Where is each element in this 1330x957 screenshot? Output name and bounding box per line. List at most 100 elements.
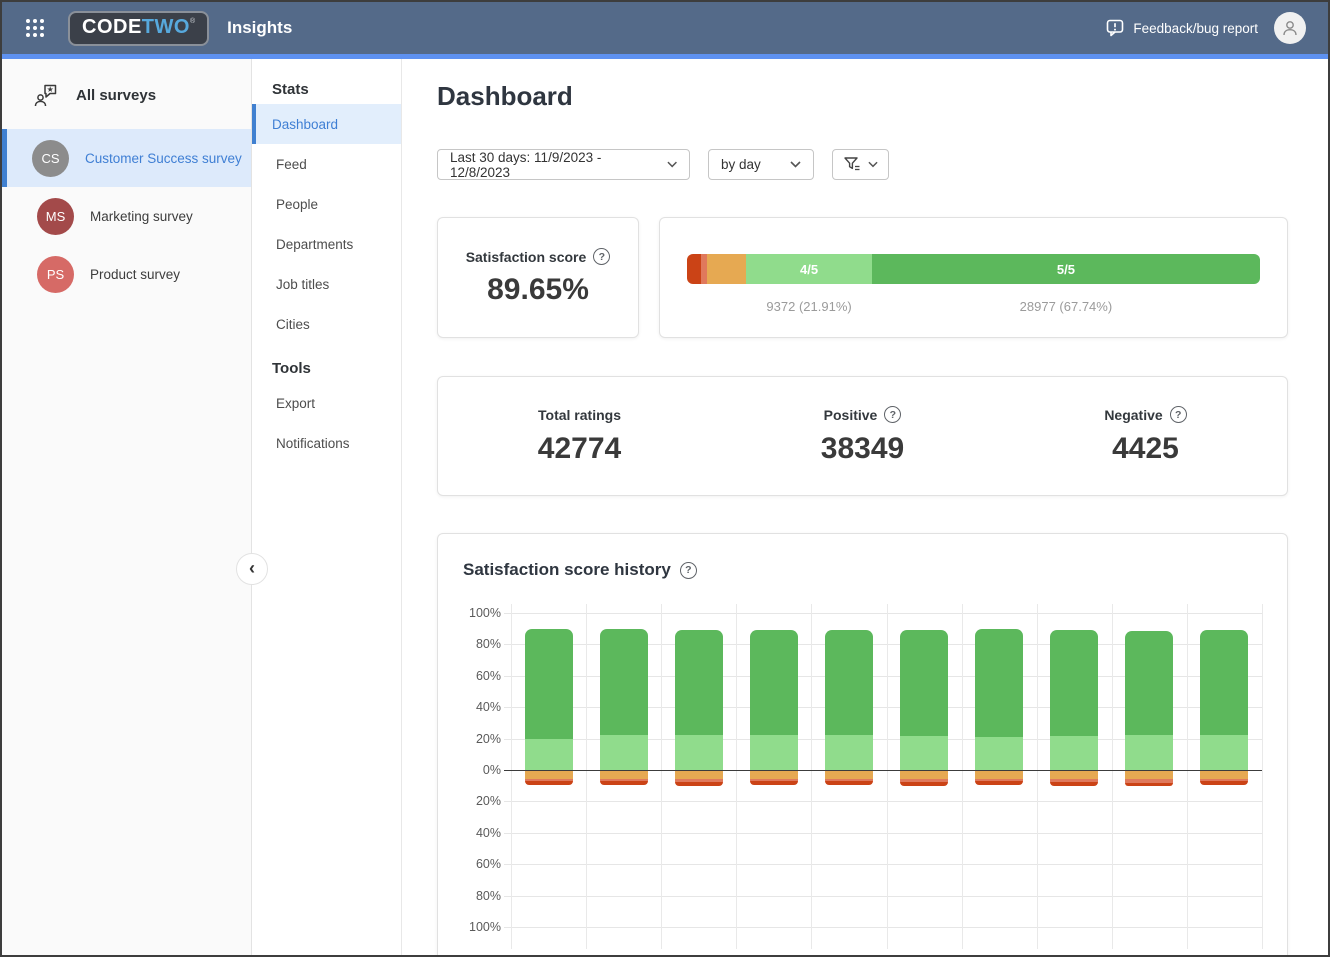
bar-segment-3of5 [975, 770, 1023, 779]
total-stat-label: Total ratings [538, 407, 621, 423]
history-bar-11/18/2023[interactable] [525, 604, 573, 949]
chevron-down-icon [868, 161, 878, 168]
total-stat: Positive? 38349 [721, 406, 1004, 466]
granularity-value: by day [721, 157, 761, 172]
gridline [962, 604, 963, 949]
nav-item-notifications[interactable]: Notifications [252, 423, 401, 463]
logo-text-code: CODE [82, 16, 142, 39]
history-bar-11/21/2023[interactable] [750, 604, 798, 949]
bar-segment-1of5 [1125, 783, 1173, 787]
nav-item-cities[interactable]: Cities [252, 304, 401, 344]
bar-segment-3of5 [900, 770, 948, 779]
app-launcher-icon[interactable] [26, 19, 44, 37]
y-tick-label: 60% [476, 857, 501, 871]
filter-funnel-icon [844, 157, 861, 172]
bar-segment-4of5 [825, 735, 873, 770]
rating-distribution-sublabels: 9372 (21.91%)28977 (67.74%) [687, 299, 1260, 317]
survey-avatar: CS [32, 140, 69, 177]
total-stat-value: 38349 [821, 432, 904, 466]
bar-segment-5of5 [825, 630, 873, 735]
y-tick-label: 60% [476, 669, 501, 683]
history-bar-11/22/2023[interactable] [825, 604, 873, 949]
y-tick-label: 20% [476, 794, 501, 808]
main-content: Dashboard Last 30 days: 11/9/2023 - 12/8… [402, 59, 1328, 955]
survey-list-item[interactable]: PS Product survey [2, 245, 251, 303]
help-icon[interactable]: ? [884, 406, 901, 423]
bar-segment-4of5 [675, 735, 723, 770]
history-bar-11/26/2023[interactable] [1125, 604, 1173, 949]
dist-sublabel-5of5: 28977 (67.74%) [1020, 299, 1113, 314]
help-icon[interactable]: ? [1170, 406, 1187, 423]
sidebar-collapse-button[interactable]: ‹ [236, 553, 268, 585]
bar-segment-1of5 [675, 782, 723, 786]
history-bar-11/23/2023[interactable] [900, 604, 948, 949]
bar-segment-1of5 [600, 781, 648, 785]
history-bar-11/19/2023[interactable] [600, 604, 648, 949]
survey-avatar: PS [37, 256, 74, 293]
gridline [511, 604, 512, 949]
bar-segment-1of5 [1050, 782, 1098, 786]
rating-distribution-bar: 4/55/5 [687, 254, 1260, 284]
granularity-select[interactable]: by day [708, 149, 814, 180]
user-avatar[interactable] [1274, 12, 1306, 44]
nav-item-job-titles[interactable]: Job titles [252, 264, 401, 304]
total-stat: Negative? 4425 [1004, 406, 1287, 466]
dist-segment-3of5 [707, 254, 746, 284]
gridline [1112, 604, 1113, 949]
satisfaction-score-value: 89.65% [487, 273, 589, 307]
survey-list: CS Customer Success survey MS Marketing … [2, 129, 251, 303]
survey-label: Customer Success survey [85, 151, 242, 166]
codetwo-logo[interactable]: CODETWO® [68, 11, 209, 46]
y-tick-label: 80% [476, 637, 501, 651]
nav-item-departments[interactable]: Departments [252, 224, 401, 264]
chart-y-axis: 100%80%60%40%20%0%20%40%60%80%100% [463, 604, 511, 949]
person-icon [1280, 18, 1300, 38]
y-tick-label: 100% [469, 920, 501, 934]
bar-segment-3of5 [675, 770, 723, 779]
chevron-down-icon [790, 161, 801, 168]
history-bar-11/20/2023[interactable] [675, 604, 723, 949]
survey-list-item[interactable]: MS Marketing survey [2, 187, 251, 245]
bar-segment-1of5 [900, 782, 948, 786]
nav-item-export[interactable]: Export [252, 383, 401, 423]
bar-segment-4of5 [1125, 735, 1173, 770]
bar-segment-3of5 [1125, 770, 1173, 779]
date-range-select[interactable]: Last 30 days: 11/9/2023 - 12/8/2023 [437, 149, 690, 180]
top-bar: CODETWO® Insights Feedback/bug report [2, 2, 1328, 54]
history-bar-11/27/2023[interactable] [1200, 604, 1248, 949]
bar-segment-3of5 [1200, 770, 1248, 779]
feedback-bug-report-link[interactable]: Feedback/bug report [1106, 19, 1258, 37]
survey-list-item[interactable]: CS Customer Success survey [2, 129, 251, 187]
app-window: CODETWO® Insights Feedback/bug report [0, 0, 1330, 957]
bar-segment-1of5 [1200, 781, 1248, 785]
total-stat-value: 4425 [1112, 432, 1179, 466]
date-range-value: Last 30 days: 11/9/2023 - 12/8/2023 [450, 150, 653, 180]
help-icon[interactable]: ? [680, 562, 697, 579]
bar-segment-3of5 [750, 770, 798, 779]
y-tick-label: 0% [483, 763, 501, 777]
total-stat: Total ratings 42774 [438, 407, 721, 466]
dist-segment-5of5: 5/5 [872, 254, 1260, 284]
filters-button[interactable] [832, 149, 889, 180]
help-icon[interactable]: ? [593, 248, 610, 265]
y-tick-label: 40% [476, 700, 501, 714]
history-bar-11/25/2023[interactable] [1050, 604, 1098, 949]
bar-segment-4of5 [900, 736, 948, 770]
nav-item-feed[interactable]: Feed [252, 144, 401, 184]
y-tick-label: 20% [476, 732, 501, 746]
nav-item-people[interactable]: People [252, 184, 401, 224]
bar-segment-5of5 [600, 629, 648, 735]
satisfaction-history-chart: 100%80%60%40%20%0%20%40%60%80%100% [463, 604, 1262, 949]
all-surveys-item[interactable]: ★ All surveys [2, 59, 251, 129]
survey-label: Marketing survey [90, 209, 193, 224]
svg-text:★: ★ [47, 85, 54, 94]
bar-segment-5of5 [1200, 630, 1248, 735]
total-stat-value: 42774 [538, 432, 621, 466]
history-bar-11/24/2023[interactable] [975, 604, 1023, 949]
nav-section: Tools Export Notifications [252, 360, 401, 479]
nav-item-dashboard[interactable]: Dashboard [252, 104, 401, 144]
gridline [1037, 604, 1038, 949]
y-tick-label: 40% [476, 826, 501, 840]
rating-distribution-card: 4/55/5 9372 (21.91%)28977 (67.74%) [659, 217, 1288, 338]
nav-section-header: Stats [252, 81, 401, 104]
